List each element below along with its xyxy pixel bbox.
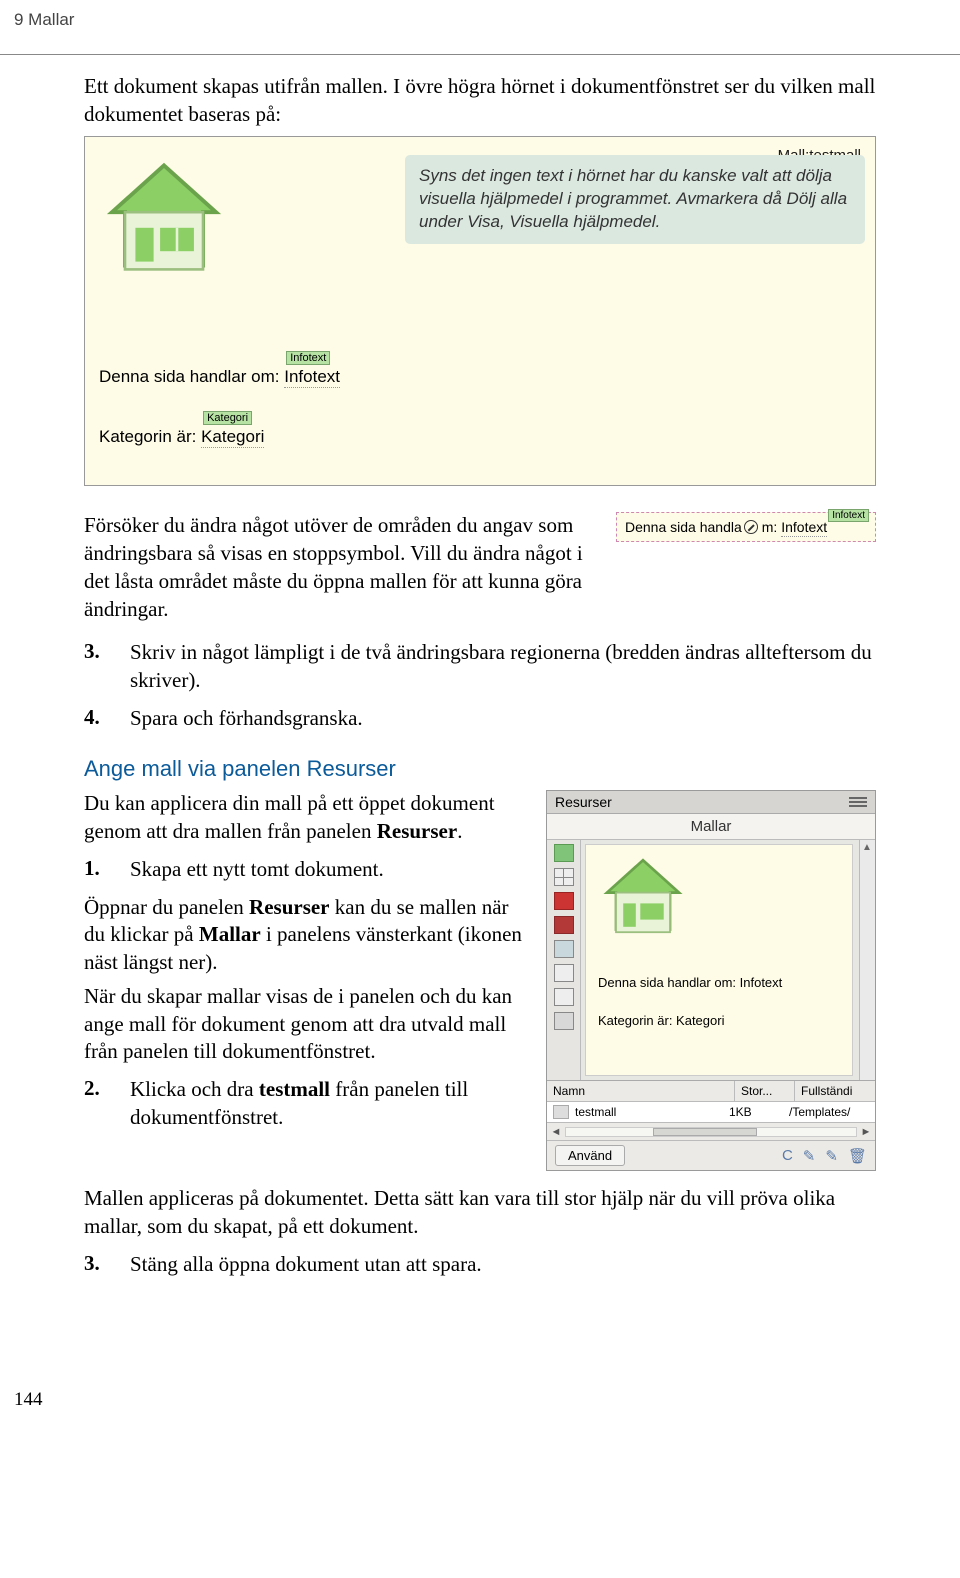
- step-2-text: Klicka och dra testmall från panelen til…: [130, 1076, 526, 1131]
- snippet-suffix: m:: [762, 519, 781, 535]
- header-rule: [0, 54, 960, 55]
- step-3-text: Skriv in något lämpligt i de två ändring…: [130, 639, 876, 694]
- panel-hscrollbar[interactable]: ◄►: [547, 1122, 875, 1140]
- document-preview: Mall:testmall Syns det ingen text i hörn…: [84, 136, 876, 486]
- col-name[interactable]: Namn: [547, 1081, 735, 1101]
- page-number: 144: [0, 1389, 960, 1411]
- preview-line-2: Kategorin är: Kategori: [598, 1013, 724, 1028]
- sidebar-icon-swf[interactable]: [554, 892, 574, 910]
- col-path[interactable]: Fullständi: [795, 1081, 875, 1101]
- step-3b-number: 3.: [84, 1251, 106, 1279]
- preview-line-1: Denna sida handlar om: Infotext: [598, 975, 782, 990]
- trash-icon[interactable]: 🗑: [848, 1147, 867, 1165]
- intro-paragraph: Ett dokument skapas utifrån mallen. I öv…: [84, 73, 876, 128]
- panel-title: Resurser: [555, 794, 612, 810]
- house-icon: [99, 155, 229, 285]
- table-row[interactable]: testmall 1KB /Templates/: [547, 1102, 875, 1122]
- sidebar-icon-movie[interactable]: [554, 964, 574, 982]
- field1-value: Infotext: [284, 367, 340, 388]
- resurser-panel: Resurser Mallar: [546, 790, 876, 1171]
- step-4-text: Spara och förhandsgranska.: [130, 705, 876, 733]
- snippet-prefix: Denna sida handla: [625, 519, 742, 535]
- locked-region-snippet: Infotext Denna sida handla m: Infotext: [616, 512, 876, 542]
- field1-label: Denna sida handlar om:: [99, 367, 284, 386]
- field2-label: Kategorin är:: [99, 427, 201, 446]
- sidebar-icon-flash[interactable]: [554, 916, 574, 934]
- step-3b-text: Stäng alla öppna dokument utan att spara…: [130, 1251, 876, 1279]
- apply-button[interactable]: Använd: [555, 1145, 625, 1166]
- infotext-tag: Infotext: [286, 351, 330, 365]
- running-header: 9 Mallar: [0, 0, 960, 32]
- resurser-drag-explain: När du skapar mallar visas de i panelen …: [84, 983, 526, 1066]
- step-2-number: 2.: [84, 1076, 106, 1131]
- step-4-number: 4.: [84, 705, 106, 733]
- stop-symbol-paragraph: Försöker du ändra något utöver de område…: [84, 512, 596, 623]
- kategori-tag: Kategori: [203, 411, 252, 425]
- refresh-icon[interactable]: C: [782, 1147, 793, 1165]
- section-title-resurser: Ange mall via panelen Resurser: [84, 756, 876, 782]
- forbidden-cursor-icon: [744, 520, 758, 534]
- resurser-intro: Du kan applicera din mall på ett öppet d…: [84, 790, 526, 845]
- panel-file-table: Namn Stor... Fullständi testmall 1KB /Te…: [547, 1080, 875, 1140]
- info-callout: Syns det ingen text i hörnet har du kans…: [405, 155, 865, 244]
- resurser-hint: Öppnar du panelen Resurser kan du se mal…: [84, 894, 526, 977]
- sidebar-icon-library[interactable]: [554, 1012, 574, 1030]
- new-template-icon[interactable]: ✎: [803, 1147, 816, 1165]
- step-1-text: Skapa ett nytt tomt dokument.: [130, 856, 526, 884]
- panel-menu-icon[interactable]: [849, 795, 867, 809]
- field2-value: Kategori: [201, 427, 264, 448]
- sidebar-icon-script[interactable]: [554, 940, 574, 958]
- sidebar-icon-templates[interactable]: [554, 988, 574, 1006]
- house-icon: [598, 853, 688, 943]
- sidebar-icon-colors[interactable]: [554, 868, 574, 886]
- edit-icon[interactable]: ✎: [825, 1147, 838, 1165]
- col-size[interactable]: Stor...: [735, 1081, 795, 1101]
- snippet-infotext-tag: Infotext: [828, 509, 869, 522]
- panel-scrollbar[interactable]: [859, 840, 875, 1080]
- applied-paragraph: Mallen appliceras på dokumentet. Detta s…: [84, 1185, 876, 1240]
- sidebar-icon-image[interactable]: [554, 844, 574, 862]
- file-icon: [553, 1105, 569, 1119]
- snippet-value: Infotext: [781, 519, 827, 537]
- panel-category-sidebar: [547, 840, 581, 1080]
- panel-tab-mallar[interactable]: Mallar: [547, 814, 875, 840]
- step-1-number: 1.: [84, 856, 106, 884]
- step-3-number: 3.: [84, 639, 106, 694]
- panel-template-preview[interactable]: Denna sida handlar om: Infotext Kategori…: [585, 844, 853, 1076]
